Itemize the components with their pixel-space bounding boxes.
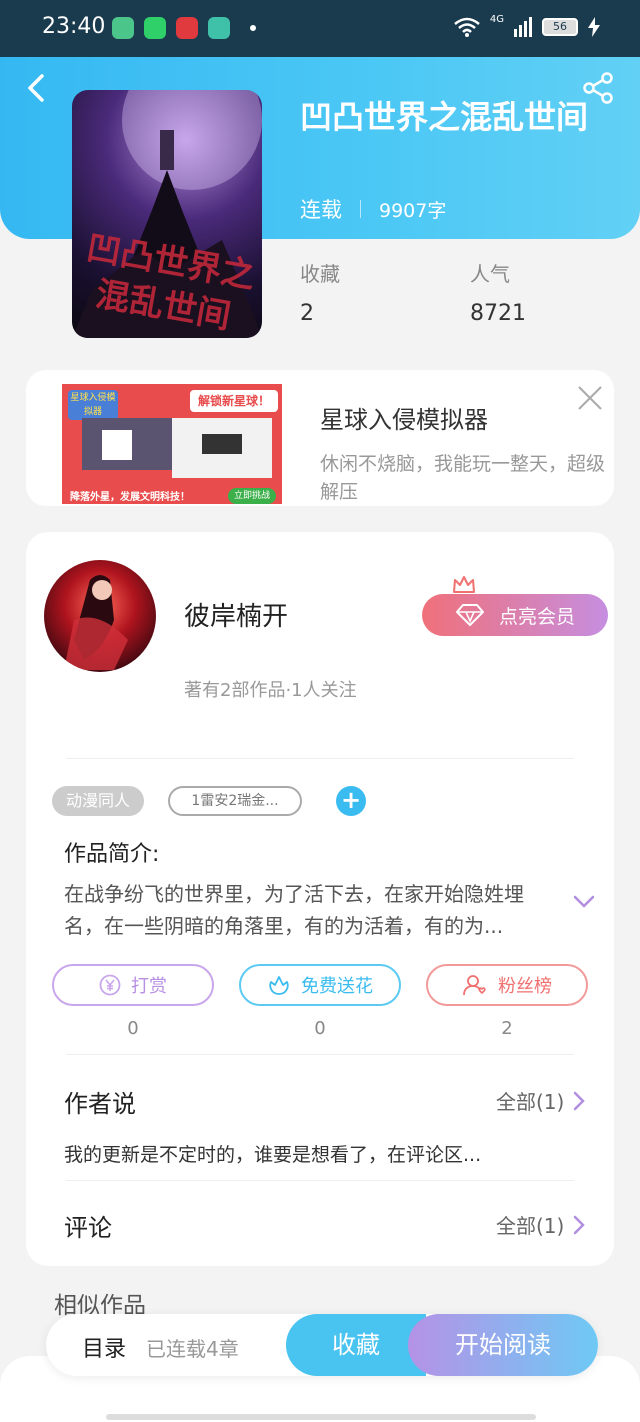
ad-image-caption: 降落外星，发展文明科技！	[70, 492, 190, 503]
avatar[interactable]	[44, 560, 156, 672]
book-title: 凹凸世界之混乱世间	[300, 98, 589, 136]
app-play-icon	[144, 17, 166, 39]
author-works: 著有2部作品·1人关注	[184, 680, 357, 701]
ad-image-block	[202, 434, 242, 454]
app-teal-icon	[208, 17, 230, 39]
vip-label: 点亮会员	[498, 605, 575, 628]
word-count: 9907字	[379, 199, 447, 222]
tag-category[interactable]: 动漫同人	[52, 786, 145, 816]
favorite-button[interactable]: 收藏	[286, 1314, 426, 1376]
stat-value: 2	[300, 301, 314, 326]
comments-all-label: 全部(1)	[496, 1214, 565, 1238]
fan-ranking-label: 粉丝榜	[498, 976, 552, 997]
app-red-icon	[176, 17, 198, 39]
fan-count: 2	[501, 1018, 513, 1039]
charging-icon	[588, 17, 600, 37]
network-type: 4G	[489, 13, 504, 25]
ad-image-game-title: 星球入侵模拟器	[68, 390, 118, 420]
author-says-all-label: 全部(1)	[496, 1090, 565, 1114]
intro-text[interactable]: 在战争纷飞的世界里，为了活下去，在家开始隐姓埋名，在一些阴暗的角落里，有的为活着…	[64, 878, 554, 942]
book-cover[interactable]: 凹凸世界之混乱世间	[72, 90, 262, 338]
status-app-icons	[112, 17, 256, 39]
send-flower-label: 免费送花	[301, 976, 373, 997]
meta-divider	[360, 200, 361, 218]
stat-popularity: 人气 8721	[470, 258, 526, 326]
ad-title: 星球入侵模拟器	[320, 406, 488, 434]
divider	[66, 1054, 574, 1055]
back-icon[interactable]	[20, 70, 56, 106]
comments-title: 评论	[64, 1214, 112, 1242]
stat-favorites: 收藏 2	[300, 258, 340, 326]
send-flower-button[interactable]: 免费送花	[239, 964, 401, 1006]
tip-label: 打赏	[131, 976, 167, 997]
app-green-icon	[112, 17, 134, 39]
chevron-right-icon	[574, 1215, 586, 1234]
avatar-art	[64, 575, 128, 670]
divider	[66, 1180, 574, 1181]
chevron-right-icon	[574, 1091, 586, 1110]
intro-label: 作品简介:	[64, 842, 160, 867]
serial-chapters: 已连载4章	[146, 1337, 239, 1361]
author-says-title: 作者说	[64, 1090, 136, 1118]
author-says-all-link[interactable]: 全部(1)	[496, 1086, 586, 1115]
start-reading-button[interactable]: 开始阅读	[408, 1314, 598, 1376]
signal-icon	[514, 17, 532, 37]
vip-button[interactable]: 点亮会员	[422, 594, 608, 636]
status-bar: 23:40 4G 56	[0, 0, 640, 57]
status-indicators: 4G 56	[454, 13, 600, 37]
fans-icon	[463, 975, 486, 996]
book-meta: 连载 9907字	[300, 194, 446, 224]
book-info-card: 彼岸楠开 点亮会员 著有2部作品·1人关注 动漫同人 1雷安2瑞金... + 作…	[26, 532, 614, 1266]
status-time: 23:40	[42, 14, 106, 39]
flower-icon	[269, 976, 289, 995]
home-indicator[interactable]	[106, 1414, 536, 1420]
battery-icon: 56	[542, 18, 578, 36]
tip-count: 0	[127, 1018, 139, 1039]
book-status: 连载	[300, 198, 342, 222]
comments-all-link[interactable]: 全部(1)	[496, 1210, 586, 1239]
stat-label: 收藏	[300, 262, 340, 286]
crown-icon	[453, 576, 475, 593]
notification-dot-icon	[250, 25, 256, 31]
bottom-action-bar: 目录 已连载4章 收藏 开始阅读	[46, 1314, 598, 1376]
chevron-down-icon[interactable]	[572, 894, 596, 910]
close-icon[interactable]	[576, 384, 604, 412]
toc-button[interactable]: 目录	[82, 1331, 126, 1363]
author-name[interactable]: 彼岸楠开	[184, 596, 288, 633]
yen-icon	[99, 974, 121, 996]
tip-button[interactable]: 打赏	[52, 964, 214, 1006]
tag-pairing[interactable]: 1雷安2瑞金...	[168, 786, 302, 816]
diamond-icon	[455, 604, 484, 626]
author-says-text[interactable]: 我的更新是不定时的，谁要是想看了，在评论区...	[64, 1140, 481, 1167]
flower-count: 0	[314, 1018, 326, 1039]
ad-description: 休闲不烧脑，我能玩一整天，超级解压	[320, 453, 606, 503]
ad-image-banner: 解锁新星球！	[190, 390, 278, 412]
ad-image-block	[102, 430, 132, 460]
ad-card[interactable]: 星球入侵模拟器 解锁新星球！ 降落外星，发展文明科技！ 立即挑战 星球入侵模拟器…	[26, 370, 614, 506]
add-tag-button[interactable]: +	[336, 786, 366, 816]
stat-label: 人气	[470, 262, 510, 286]
divider	[66, 758, 574, 759]
ad-image-cta: 立即挑战	[228, 488, 276, 504]
stat-value: 8721	[470, 301, 526, 326]
fan-ranking-button[interactable]: 粉丝榜	[426, 964, 588, 1006]
ad-image[interactable]: 星球入侵模拟器 解锁新星球！ 降落外星，发展文明科技！ 立即挑战	[62, 384, 282, 504]
wifi-icon	[454, 17, 480, 37]
